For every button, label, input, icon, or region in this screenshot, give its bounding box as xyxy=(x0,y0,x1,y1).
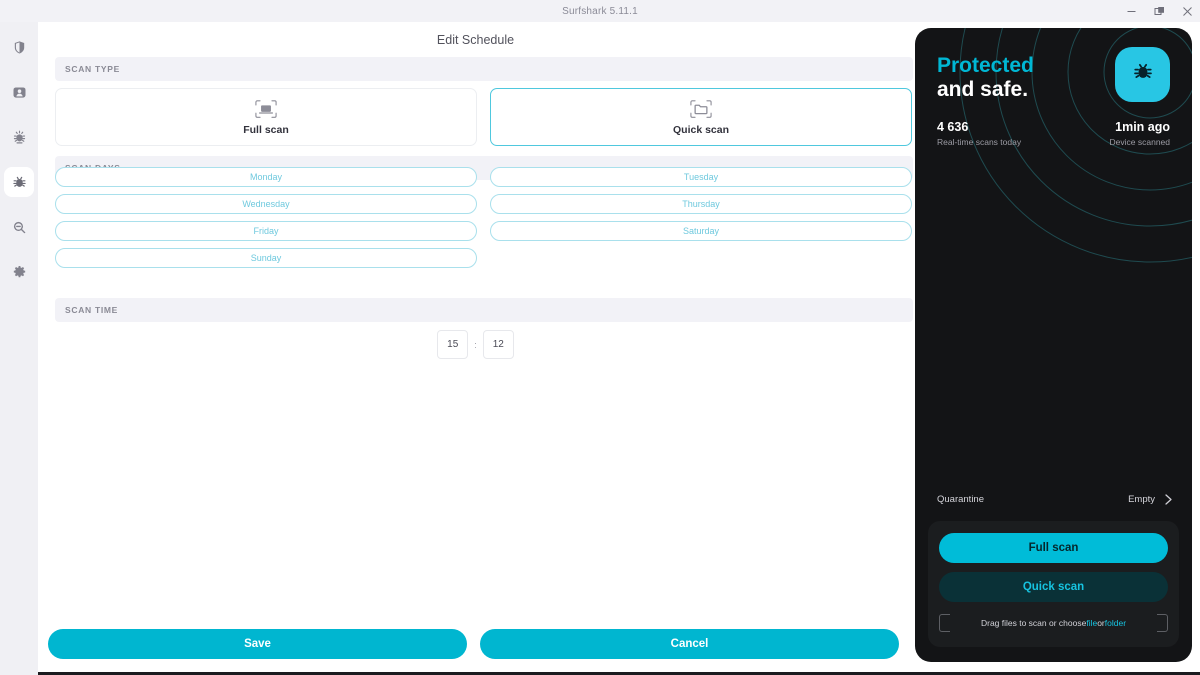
dropzone-bracket-right-icon xyxy=(1157,614,1168,632)
bug-icon xyxy=(12,175,27,190)
section-header-scan-time: SCAN TIME xyxy=(55,298,913,322)
window-controls xyxy=(1124,0,1194,22)
scan-time-picker: 15 : 12 xyxy=(38,330,913,359)
dropzone-or-text: or xyxy=(1097,618,1105,628)
app-title: Surfshark 5.11.1 xyxy=(562,5,638,17)
sidebar-item-vpn[interactable] xyxy=(4,32,34,62)
gear-icon xyxy=(12,265,27,280)
day-button-monday[interactable]: Monday xyxy=(55,167,477,187)
quarantine-value-group: Empty xyxy=(1128,493,1174,506)
quarantine-row[interactable]: Quarantine Empty xyxy=(937,493,1174,506)
day-button-tuesday[interactable]: Tuesday xyxy=(490,167,912,187)
panel-quick-scan-button[interactable]: Quick scan xyxy=(939,572,1168,602)
stat-label: Device scanned xyxy=(1109,137,1170,147)
status-stats: 4 636 Real-time scans today 1min ago Dev… xyxy=(937,120,1170,147)
sidebar-item-antivirus[interactable] xyxy=(4,167,34,197)
shield-icon xyxy=(12,40,27,55)
alert-bug-icon xyxy=(12,130,27,145)
day-button-saturday[interactable]: Saturday xyxy=(490,221,912,241)
status-panel: Protected and safe. 4 636 Real-time scan… xyxy=(915,28,1192,662)
day-button-sunday[interactable]: Sunday xyxy=(55,248,477,268)
status-line-2: and safe. xyxy=(937,77,1029,101)
dropzone-folder-link[interactable]: folder xyxy=(1105,618,1126,628)
stat-label: Real-time scans today xyxy=(937,137,1022,147)
sidebar xyxy=(0,22,38,675)
form-footer: Save Cancel xyxy=(48,629,920,659)
sidebar-item-alternative-id[interactable] xyxy=(4,77,34,107)
cancel-button[interactable]: Cancel xyxy=(480,629,899,659)
status-line-1: Protected xyxy=(937,54,1034,77)
stat-value: 4 636 xyxy=(937,120,969,134)
scan-type-quick-scan[interactable]: Quick scan xyxy=(490,88,912,146)
scan-days-list: Monday Tuesday Wednesday Thursday Friday… xyxy=(55,167,913,268)
dropzone-file-link[interactable]: file xyxy=(1086,618,1097,628)
save-button[interactable]: Save xyxy=(48,629,467,659)
scan-time-minutes-input[interactable]: 12 xyxy=(482,330,514,359)
dropzone-bracket-left-icon xyxy=(939,614,950,632)
bug-icon xyxy=(1132,61,1154,88)
sidebar-item-search[interactable] xyxy=(4,212,34,242)
stat-realtime-scans: 4 636 Real-time scans today xyxy=(937,120,1021,147)
stat-value: 1min ago xyxy=(1115,120,1170,134)
panel-full-scan-button[interactable]: Full scan xyxy=(939,533,1168,563)
scan-laptop-icon xyxy=(254,99,278,121)
restore-icon[interactable] xyxy=(1152,4,1166,18)
file-dropzone[interactable]: Drag files to scan or choose file or fol… xyxy=(939,611,1168,635)
scan-type-options: Full scan Quick scan xyxy=(55,88,913,146)
day-button-wednesday[interactable]: Wednesday xyxy=(55,194,477,214)
dropzone-text: Drag files to scan or choose xyxy=(980,618,1087,628)
day-button-thursday[interactable]: Thursday xyxy=(490,194,912,214)
minimize-icon[interactable] xyxy=(1124,4,1138,18)
scan-type-full-scan[interactable]: Full scan xyxy=(55,88,477,146)
sidebar-item-settings[interactable] xyxy=(4,257,34,287)
scan-time-hours-input[interactable]: 15 xyxy=(437,330,469,359)
search-icon xyxy=(12,220,27,235)
protection-status: Protected and safe. xyxy=(937,54,1034,101)
stat-device-scanned: 1min ago Device scanned xyxy=(1110,120,1170,147)
chevron-right-icon xyxy=(1163,493,1174,506)
day-button-friday[interactable]: Friday xyxy=(55,221,477,241)
close-icon[interactable] xyxy=(1180,4,1194,18)
scan-folder-icon xyxy=(689,99,713,121)
page-title: Edit Schedule xyxy=(436,33,515,47)
scan-time-separator: : xyxy=(474,339,477,350)
scan-type-label: Full scan xyxy=(243,123,289,136)
scan-actions: Full scan Quick scan Drag files to scan … xyxy=(928,521,1179,647)
quarantine-label: Quarantine xyxy=(937,494,985,505)
sidebar-item-alert[interactable] xyxy=(4,122,34,152)
section-header-scan-type: SCAN TYPE xyxy=(55,57,913,81)
id-card-icon xyxy=(12,85,27,100)
scan-type-label: Quick scan xyxy=(672,123,730,136)
antivirus-badge xyxy=(1115,47,1170,102)
app-window: Surfshark 5.11.1 Edit Schedule SCAN TYPE… xyxy=(0,0,1200,675)
title-bar: Surfshark 5.11.1 xyxy=(0,0,1200,22)
quarantine-value: Empty xyxy=(1128,494,1155,505)
